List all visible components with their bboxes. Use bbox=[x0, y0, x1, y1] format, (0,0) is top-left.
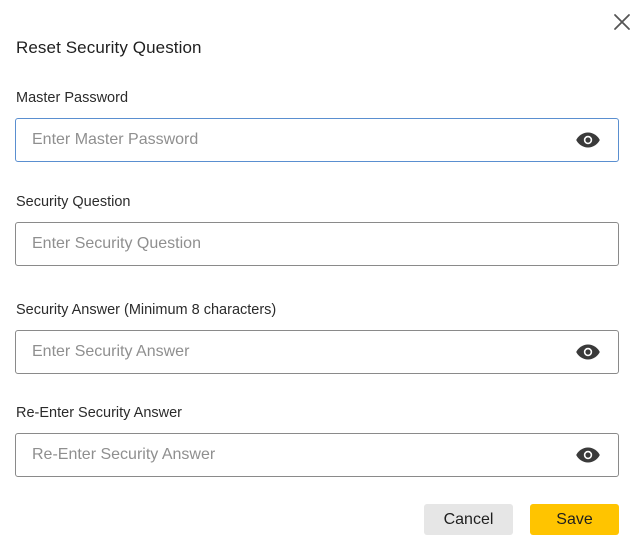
close-icon bbox=[614, 14, 630, 30]
show-master-password-button[interactable] bbox=[574, 126, 602, 154]
cancel-button[interactable]: Cancel bbox=[424, 504, 513, 535]
save-button[interactable]: Save bbox=[530, 504, 619, 535]
reenter-security-answer-field bbox=[15, 433, 619, 477]
security-question-label: Security Question bbox=[16, 194, 131, 210]
eye-icon bbox=[576, 344, 600, 360]
security-answer-field bbox=[15, 330, 619, 374]
master-password-input[interactable] bbox=[16, 119, 574, 161]
security-question-input[interactable] bbox=[16, 223, 618, 265]
reenter-security-answer-input[interactable] bbox=[16, 434, 574, 476]
security-answer-input[interactable] bbox=[16, 331, 574, 373]
reset-security-question-dialog: Reset Security Question Master Password … bbox=[0, 0, 640, 556]
show-security-answer-button[interactable] bbox=[574, 338, 602, 366]
eye-icon bbox=[576, 132, 600, 148]
security-answer-label: Security Answer (Minimum 8 characters) bbox=[16, 302, 277, 318]
security-question-field bbox=[15, 222, 619, 266]
close-button[interactable] bbox=[608, 8, 636, 36]
master-password-label: Master Password bbox=[16, 90, 129, 106]
master-password-field bbox=[15, 118, 619, 162]
reenter-security-answer-label: Re-Enter Security Answer bbox=[16, 405, 183, 421]
show-reenter-answer-button[interactable] bbox=[574, 441, 602, 469]
dialog-title: Reset Security Question bbox=[16, 38, 202, 57]
eye-icon bbox=[576, 447, 600, 463]
